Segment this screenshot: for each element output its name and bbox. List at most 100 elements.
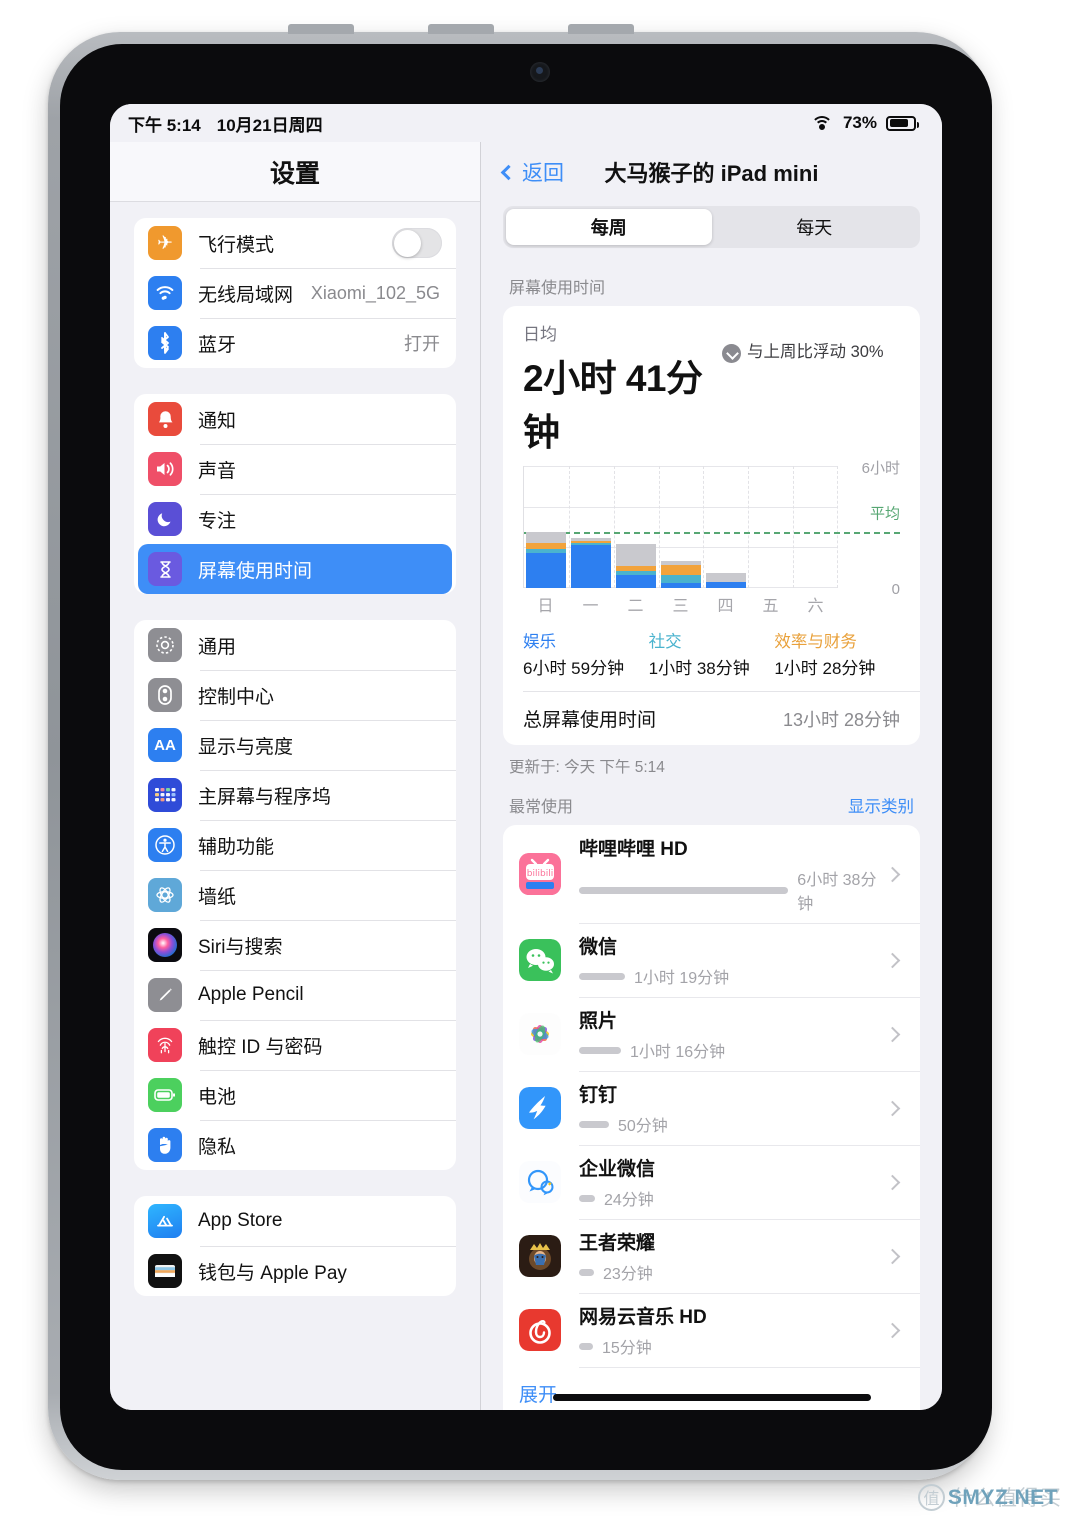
status-time: 下午 5:14	[128, 115, 201, 135]
sidebar-item-bluetooth[interactable]: 蓝牙 打开	[134, 318, 456, 368]
sidebar-item-control-center[interactable]: 控制中心	[134, 670, 456, 720]
sidebar-item-sounds[interactable]: 声音	[134, 444, 456, 494]
period-segmented-control[interactable]: 每周 每天	[503, 206, 920, 248]
show-categories-link[interactable]: 显示类别	[848, 793, 914, 817]
expand-link[interactable]: 展开	[519, 1385, 557, 1406]
chart-axis-min: 0	[891, 581, 900, 598]
chart-average-label: 平均	[869, 505, 900, 523]
weekly-delta-text: 与上周比浮动 30%	[747, 343, 884, 361]
sidebar-item-label: 飞行模式	[198, 234, 275, 256]
sidebar-item-accessibility[interactable]: 辅助功能	[134, 820, 456, 870]
settings-sidebar: 设置 ✈ 飞行模式 无线局域网 Xiaomi_102_5G 蓝牙 打开 通知 声…	[110, 142, 481, 1410]
sidebar-item-label: 电池	[198, 1086, 237, 1108]
sidebar-scroll[interactable]: ✈ 飞行模式 无线局域网 Xiaomi_102_5G 蓝牙 打开 通知 声音 专…	[110, 202, 480, 1410]
sidebar-item-wallet-apple-pay[interactable]: 钱包与 Apple Pay	[134, 1246, 456, 1296]
sidebar-item-label: 专注	[198, 510, 237, 532]
most-used-header: 最常使用 显示类别	[509, 793, 914, 817]
sidebar-item-battery[interactable]: 电池	[134, 1070, 456, 1120]
expand-row[interactable]: 展开	[503, 1367, 920, 1410]
app-usage-time: 15分钟	[602, 1340, 652, 1357]
control-center-icon	[148, 678, 182, 712]
sidebar-item-label: 隐私	[198, 1136, 237, 1158]
sidebar-item-wallpaper[interactable]: 墙纸	[134, 870, 456, 920]
watermark-logo: 值	[918, 1483, 945, 1511]
list-item[interactable]: 网易云音乐 HD 15分钟	[503, 1293, 920, 1367]
bell-icon	[148, 402, 182, 436]
app-name: 微信	[579, 937, 618, 958]
list-item[interactable]: 王者荣耀 23分钟	[503, 1219, 920, 1293]
total-screen-time-row: 总屏幕使用时间 13小时 28分钟	[503, 692, 920, 745]
sidebar-item-general[interactable]: 通用	[134, 620, 456, 670]
list-item[interactable]: bilibili 哔哩哔哩 HD 6小时 38分钟	[503, 825, 920, 923]
page-title: 设置	[269, 159, 320, 188]
wechat-icon	[519, 939, 561, 981]
legend-value: 6小时 59分钟	[523, 659, 625, 678]
airplane-icon: ✈	[148, 226, 182, 260]
sidebar-item-notifications[interactable]: 通知	[134, 394, 456, 444]
device-button-c	[568, 24, 634, 34]
legend-name: 效率与财务	[774, 633, 857, 651]
bar-sun	[526, 532, 567, 588]
list-item[interactable]: 企业微信 24分钟	[503, 1145, 920, 1219]
speaker-icon	[148, 452, 182, 486]
sidebar-item-focus[interactable]: 专注	[134, 494, 456, 544]
x-label: 五	[762, 598, 779, 615]
tab-daily[interactable]: 每天	[712, 209, 918, 245]
detail-scroll[interactable]: 每周 每天 屏幕使用时间 日均 2小时 41分钟 与上周比浮动 30% 6小时 …	[481, 202, 942, 1410]
back-label: 返回	[522, 162, 564, 185]
wifi-network-value: Xiaomi_102_5G	[310, 282, 440, 303]
legend-entry: 效率与财务 1小时 28分钟	[774, 628, 900, 679]
daily-average-value: 2小时 41分钟	[523, 358, 703, 453]
list-item[interactable]: 钉钉 50分钟	[503, 1071, 920, 1145]
airplane-mode-toggle[interactable]	[392, 228, 442, 258]
list-item[interactable]: 微信 1小时 19分钟	[503, 923, 920, 997]
tab-weekly[interactable]: 每周	[506, 209, 712, 245]
sidebar-item-label: 通知	[198, 410, 237, 432]
sidebar-item-privacy[interactable]: 隐私	[134, 1120, 456, 1170]
home-indicator[interactable]	[552, 1394, 871, 1401]
sidebar-item-wifi[interactable]: 无线局域网 Xiaomi_102_5G	[134, 268, 456, 318]
app-name: 哔哩哔哩 HD	[579, 839, 688, 860]
usage-bar	[579, 1120, 609, 1128]
sidebar-item-siri-search[interactable]: Siri与搜索	[134, 920, 456, 970]
svg-text:bilibili: bilibili	[527, 869, 553, 879]
sidebar-group-connectivity: ✈ 飞行模式 无线局域网 Xiaomi_102_5G 蓝牙 打开	[134, 218, 456, 368]
sidebar-item-apple-pencil[interactable]: Apple Pencil	[134, 970, 456, 1020]
app-name: 王者荣耀	[579, 1233, 656, 1254]
sidebar-item-display-brightness[interactable]: AA 显示与亮度	[134, 720, 456, 770]
x-label: 三	[672, 598, 689, 615]
chevron-right-icon	[884, 1248, 901, 1264]
wallet-icon	[148, 1254, 182, 1288]
chart-x-labels: 日 一 二 三 四 五 六	[523, 592, 900, 616]
sidebar-item-touch-id-passcode[interactable]: 触控 ID 与密码	[134, 1020, 456, 1070]
bluetooth-status-value: 打开	[404, 334, 440, 354]
bar-thu	[705, 573, 746, 588]
list-item[interactable]: 照片 1小时 16分钟	[503, 997, 920, 1071]
sidebar-item-airplane-mode[interactable]: ✈ 飞行模式	[134, 218, 456, 268]
daily-average-label: 日均	[523, 325, 557, 344]
home-screen-icon	[148, 778, 182, 812]
wifi-icon	[148, 276, 182, 310]
x-label: 六	[807, 598, 824, 615]
wecom-icon	[519, 1161, 561, 1203]
usage-bar	[579, 1342, 593, 1350]
sidebar-item-label: 屏幕使用时间	[198, 560, 313, 582]
arrow-down-circle-icon	[722, 344, 741, 363]
gear-icon	[148, 628, 182, 662]
sidebar-item-app-store[interactable]: App Store	[134, 1196, 456, 1246]
sidebar-item-home-screen-dock[interactable]: 主屏幕与程序坞	[134, 770, 456, 820]
sidebar-item-screen-time[interactable]: 屏幕使用时间	[138, 544, 452, 594]
chevron-right-icon	[884, 952, 901, 968]
battery-icon	[148, 1078, 182, 1112]
legend-value: 1小时 28分钟	[774, 659, 876, 678]
photos-icon	[519, 1013, 561, 1055]
sidebar-item-label: 钱包与 Apple Pay	[198, 1262, 347, 1284]
back-button[interactable]: 返回	[500, 157, 564, 187]
app-usage-time: 50分钟	[618, 1118, 668, 1135]
hand-icon	[148, 1128, 182, 1162]
x-label: 二	[627, 598, 644, 615]
screen-time-chart: 6小时 0 平均	[523, 460, 900, 598]
accessibility-icon	[148, 828, 182, 862]
legend-value: 1小时 38分钟	[648, 659, 750, 678]
sidebar-item-label: 主屏幕与程序坞	[198, 786, 332, 808]
